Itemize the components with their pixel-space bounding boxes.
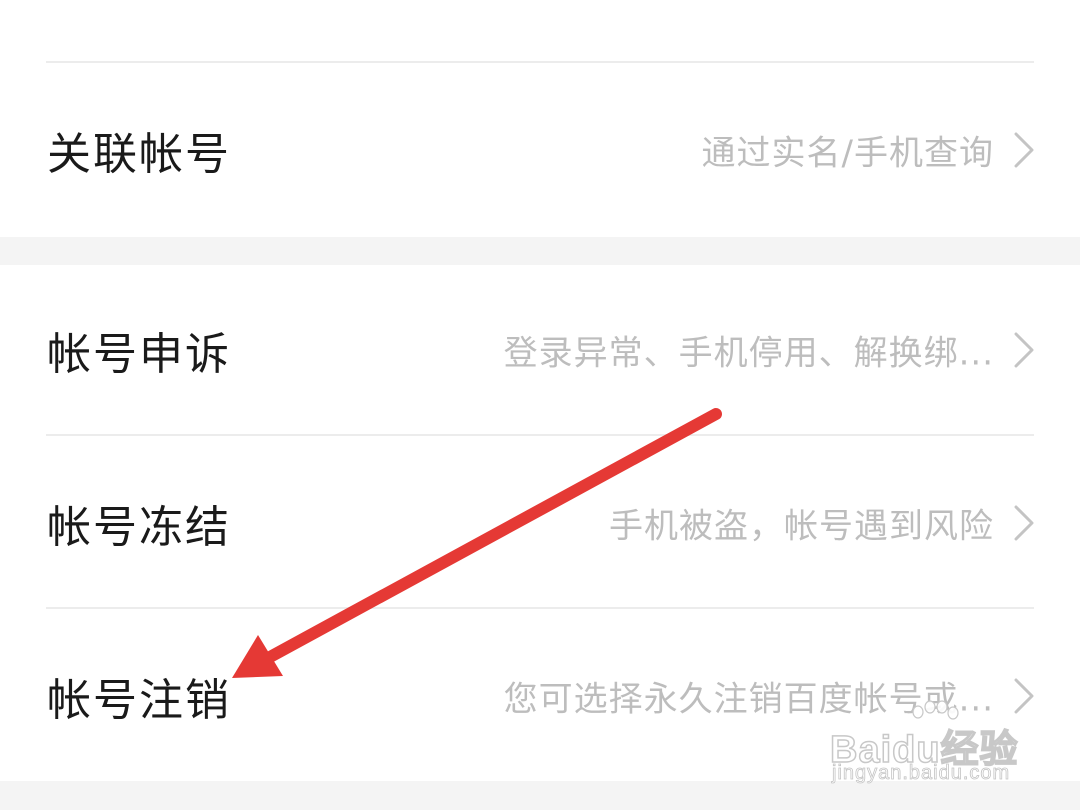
row-account-freeze[interactable]: 帐号冻结 手机被盗，帐号遇到风险	[0, 448, 1080, 598]
row-linked-account[interactable]: 关联帐号 通过实名/手机查询	[0, 75, 1080, 225]
row-description: 您可选择永久注销百度帐号或...	[503, 679, 994, 720]
row-label: 帐号冻结	[47, 502, 231, 553]
row-label: 帐号申诉	[47, 329, 231, 380]
row-account-cancellation[interactable]: 帐号注销 您可选择永久注销百度帐号或...	[0, 621, 1080, 771]
divider	[46, 607, 1034, 609]
divider	[46, 434, 1034, 436]
row-description: 手机被盗，帐号遇到风险	[609, 506, 994, 547]
row-label: 帐号注销	[47, 675, 231, 726]
settings-group-1: 关联帐号 通过实名/手机查询	[0, 0, 1080, 237]
divider	[46, 61, 1034, 63]
chevron-right-icon	[1012, 503, 1036, 543]
row-description: 通过实名/手机查询	[701, 133, 994, 174]
row-description: 登录异常、手机停用、解换绑...	[503, 333, 994, 374]
settings-group-2: 帐号申诉 登录异常、手机停用、解换绑... 帐号冻结 手机被盗，帐号遇到风险 帐…	[0, 265, 1080, 781]
chevron-right-icon	[1012, 676, 1036, 716]
chevron-right-icon	[1012, 330, 1036, 370]
chevron-right-icon	[1012, 130, 1036, 170]
row-account-appeal[interactable]: 帐号申诉 登录异常、手机停用、解换绑...	[0, 275, 1080, 425]
row-label: 关联帐号	[47, 129, 231, 180]
